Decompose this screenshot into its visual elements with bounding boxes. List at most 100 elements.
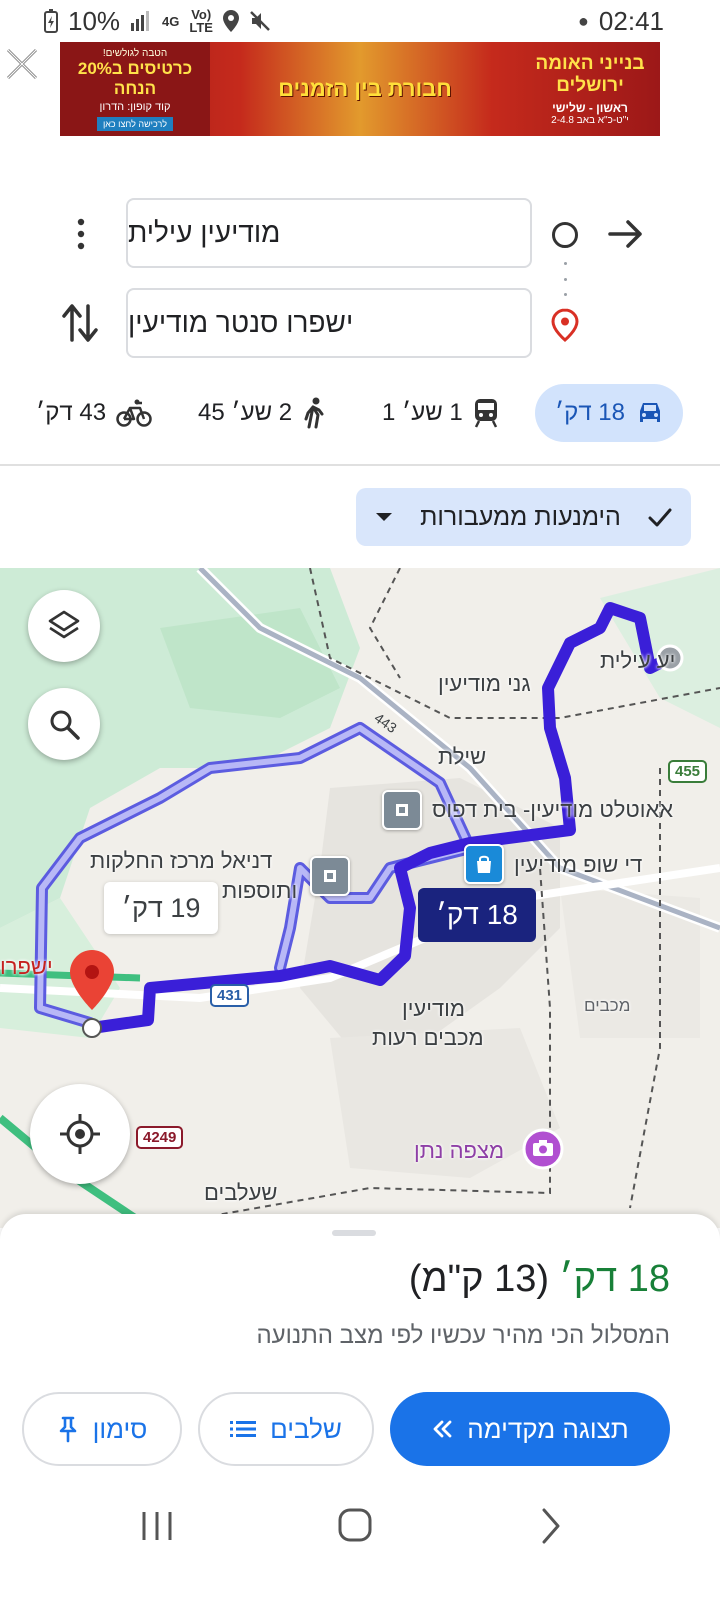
- preview-button[interactable]: תצוגה מקדימה: [390, 1392, 670, 1466]
- ad-illustration: חבורת בין הזמנים: [210, 42, 520, 136]
- car-icon: [640, 403, 660, 422]
- clock: 02:41: [598, 5, 664, 36]
- recent-apps-icon[interactable]: [132, 1504, 182, 1548]
- mode-drive[interactable]: 18 דק׳: [535, 384, 683, 442]
- network-type: 4G: [162, 13, 180, 29]
- route-distance: (13 ק"מ): [408, 1258, 550, 1300]
- origin-text: מודיעין עילית: [128, 217, 281, 248]
- destination-field[interactable]: ישפרו סנטר מודיעין: [126, 288, 532, 358]
- ad-venue: בנייני האומה ירושלים ראשון - שלישי י"ט-כ…: [520, 42, 660, 136]
- map-label-outlet: אאוטלט מודיעין- בית דפוס: [432, 797, 674, 822]
- ad-cta[interactable]: לרכישה לחצו כאן: [96, 116, 174, 131]
- map-label-maccabim-reut: מכבים רעות: [372, 1025, 484, 1050]
- origin-icon: [552, 222, 578, 248]
- ad-promo-code: קוד קופון: הדרון: [99, 100, 171, 113]
- map[interactable]: 443 גני מודיעין יע עילית שילת אאוטלט מוד…: [0, 568, 720, 1228]
- map-label-maccabim: מכבים: [584, 996, 631, 1015]
- check-icon: [648, 508, 672, 527]
- dropdown-arrow-icon: [376, 513, 392, 521]
- sheet-handle[interactable]: [332, 1230, 376, 1236]
- route-options-label: הימנעות ממעבורות: [420, 502, 621, 531]
- location-icon: [222, 10, 239, 32]
- origin-field[interactable]: מודיעין עילית: [126, 198, 532, 268]
- bike-icon: [116, 399, 152, 427]
- map-label-shaalvim: שעלבים: [204, 1180, 278, 1205]
- ad-mid-title: חבורת בין הזמנים: [278, 76, 452, 101]
- map-label-modiin: מודיעין: [402, 996, 465, 1021]
- map-label-yeshpro: ישפרו: [0, 954, 53, 979]
- route-time-badge-main[interactable]: 18 דק׳: [418, 888, 536, 942]
- layers-icon: [48, 610, 80, 639]
- route-options-chip[interactable]: הימנעות ממעבורות: [356, 488, 691, 546]
- ad-promo-small: הטבה לגולשים!: [102, 47, 168, 59]
- walk-icon: [304, 397, 324, 429]
- camera-icon[interactable]: [522, 1128, 564, 1170]
- mode-bike-label: 43 דק׳: [36, 399, 107, 426]
- connector-dots: [563, 262, 567, 296]
- back-icon[interactable]: [526, 1504, 576, 1548]
- map-label-modiin-ilit: יע עילית: [600, 648, 676, 673]
- ad-promo: הטבה לגולשים! כרטיסים ב20% הנחה קוד קופו…: [60, 42, 210, 136]
- road-shield-431: 431: [210, 984, 250, 1007]
- road-shield-455: 455: [668, 760, 708, 783]
- volte-indicator: Vo) LTE: [189, 8, 213, 34]
- signal-icon: [131, 11, 150, 31]
- swap-vert-icon[interactable]: [60, 300, 100, 346]
- battery-percent: 10%: [68, 5, 121, 36]
- travel-modes: 18 דק׳ 1 שע׳ 1 2 שע׳ 45 43 דק׳: [0, 384, 720, 442]
- mode-bike[interactable]: 43 דק׳: [36, 384, 152, 442]
- home-icon[interactable]: [330, 1504, 380, 1548]
- status-right: ● 02:41: [578, 6, 664, 37]
- road-shield-4249: 4249: [136, 1126, 184, 1149]
- volte-bottom: LTE: [189, 20, 213, 35]
- ad-venue-days: ראשון - שלישי: [552, 100, 628, 115]
- double-chevron-icon: [433, 1420, 452, 1438]
- header-divider: [0, 464, 720, 466]
- route-time-badge-alt[interactable]: 19 דק׳: [104, 882, 218, 934]
- mode-walk[interactable]: 2 שע׳ 45: [198, 384, 326, 442]
- map-label-daniel: דניאל מרכז החלקות: [90, 848, 273, 873]
- mode-transit[interactable]: 1 שע׳ 1: [382, 384, 499, 442]
- mode-transit-label: 1 שע׳ 1: [382, 399, 463, 426]
- steps-button-label: שלבים: [270, 1413, 342, 1444]
- system-nav-bar: [0, 1490, 720, 1560]
- map-label-shilat: שילת: [438, 744, 487, 769]
- map-search-button[interactable]: [28, 688, 100, 760]
- back-arrow-icon[interactable]: [604, 212, 648, 256]
- shopping-bag-icon[interactable]: [464, 844, 504, 884]
- ad-venue-dates: י"ט-כ"א באב 2-4.8: [551, 114, 629, 126]
- layers-button[interactable]: [28, 590, 100, 662]
- pin-button[interactable]: סימון: [22, 1392, 182, 1466]
- train-icon: [474, 399, 497, 428]
- list-icon: [230, 1421, 257, 1437]
- dot-icon: ●: [578, 10, 589, 31]
- my-location-icon: [60, 1114, 100, 1154]
- pin-button-label: סימון: [92, 1413, 148, 1444]
- steps-button[interactable]: שלבים: [198, 1392, 374, 1466]
- battery-icon: [44, 9, 58, 33]
- poi-outlet-icon[interactable]: [382, 790, 422, 830]
- preview-button-label: תצוגה מקדימה: [467, 1413, 629, 1444]
- route-subtitle: המסלול הכי מהיר עכשיו לפי מצב התנועה: [256, 1322, 670, 1349]
- route-time: 18 דק׳: [559, 1258, 670, 1300]
- map-label-daniel-2: ותוספות: [222, 878, 298, 903]
- ad-venue-title: בנייני האומה ירושלים: [535, 52, 645, 96]
- map-label-ganei-modiin: גני מודיעין: [438, 671, 531, 696]
- destination-pin-icon: [551, 308, 579, 342]
- map-label-dyo-shop: די שופ מודיעין: [514, 852, 643, 877]
- more-vert-icon[interactable]: [66, 214, 96, 254]
- mute-icon: [250, 11, 270, 31]
- search-icon: [50, 710, 80, 740]
- destination-text: ישפרו סנטר מודיעין: [128, 307, 354, 338]
- map-label-mitzpe-natan: מצפה נתן: [414, 1138, 505, 1163]
- status-left: 10% 4G Vo) LTE: [44, 6, 271, 37]
- ad-close-icon[interactable]: [2, 44, 42, 84]
- mode-walk-label: 2 שע׳ 45: [198, 399, 293, 426]
- pin-icon: [59, 1416, 76, 1443]
- status-bar: 10% 4G Vo) LTE ● 02:41: [0, 0, 720, 42]
- ad-promo-big: כרטיסים ב20% הנחה: [77, 58, 193, 98]
- ad-banner[interactable]: הטבה לגולשים! כרטיסים ב20% הנחה קוד קופו…: [60, 42, 660, 136]
- poi-daniel-icon[interactable]: [310, 856, 350, 896]
- my-location-button[interactable]: [30, 1084, 130, 1184]
- route-summary: 18 דק׳ (13 ק"מ): [409, 1258, 670, 1301]
